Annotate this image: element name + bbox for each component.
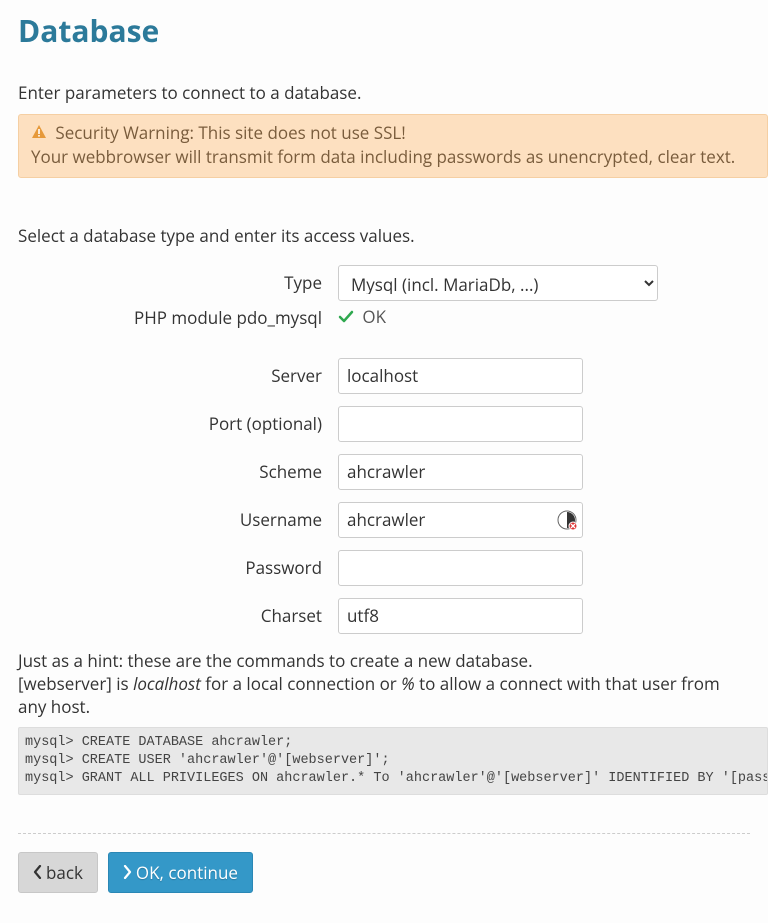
intro-text: Enter parameters to connect to a databas… (18, 81, 750, 104)
check-icon (338, 307, 358, 330)
charset-input[interactable] (338, 598, 583, 634)
server-input[interactable] (338, 358, 583, 394)
continue-button-label: OK, continue (136, 861, 238, 884)
warning-line2: Your webbrowser will transmit form data … (31, 145, 735, 168)
page-title: Database (18, 10, 750, 51)
continue-button[interactable]: OK, continue (108, 852, 253, 893)
separator (18, 833, 750, 834)
ssl-warning-box: Security Warning: This site does not use… (18, 114, 768, 178)
username-input[interactable] (338, 502, 583, 538)
back-button[interactable]: back (18, 852, 98, 893)
sql-commands: mysql> CREATE DATABASE ahcrawler; mysql>… (18, 727, 768, 796)
type-select[interactable]: Mysql (incl. MariaDb, ...) (338, 265, 658, 301)
back-button-label: back (46, 861, 83, 884)
chevron-left-icon (33, 861, 42, 884)
php-module-status: OK (338, 305, 386, 330)
server-label: Server (18, 364, 338, 387)
section-intro: Select a database type and enter its acc… (18, 224, 750, 247)
chevron-right-icon (123, 861, 132, 884)
warning-line1: Security Warning: This site does not use… (55, 121, 405, 144)
php-module-label: PHP module pdo_mysql (18, 306, 338, 329)
password-input[interactable] (338, 550, 583, 586)
username-label: Username (18, 508, 338, 531)
port-input[interactable] (338, 406, 583, 442)
port-label: Port (optional) (18, 412, 338, 435)
warning-icon (31, 123, 47, 146)
scheme-label: Scheme (18, 460, 338, 483)
password-label: Password (18, 556, 338, 579)
charset-label: Charset (18, 604, 338, 627)
hint-text: Just as a hint: these are the commands t… (18, 650, 750, 719)
type-label: Type (18, 271, 338, 294)
scheme-input[interactable] (338, 454, 583, 490)
password-manager-icon[interactable] (557, 510, 577, 530)
